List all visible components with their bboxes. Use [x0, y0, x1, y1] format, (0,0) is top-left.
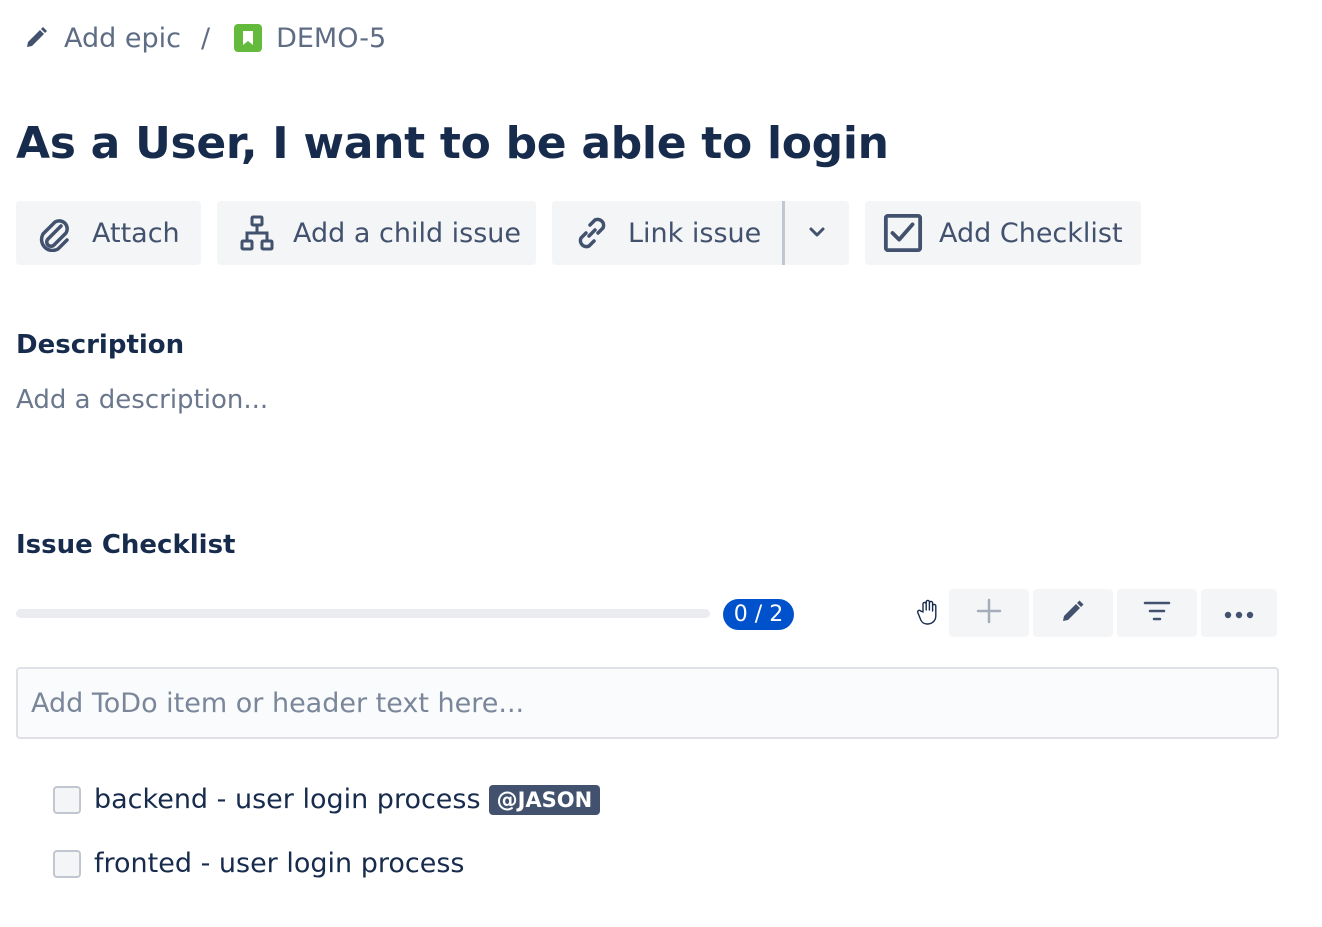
breadcrumb-add-epic[interactable]: Add epic — [22, 23, 181, 54]
breadcrumb-issue-key-label: DEMO-5 — [276, 22, 387, 54]
link-icon — [572, 213, 612, 253]
breadcrumb-separator: / — [200, 22, 211, 54]
add-checklist-button[interactable]: Add Checklist — [865, 201, 1141, 265]
checklist-item-checkbox[interactable] — [53, 849, 81, 878]
link-issue-button[interactable]: Link issue — [552, 201, 782, 265]
add-item-button[interactable] — [949, 589, 1029, 637]
more-options-button[interactable] — [1201, 589, 1277, 637]
attach-button-label: Attach — [92, 217, 180, 249]
breadcrumb: Add epic / DEMO-5 — [22, 18, 386, 58]
add-checklist-label: Add Checklist — [939, 217, 1123, 249]
filter-button[interactable] — [1117, 589, 1197, 637]
add-icon — [975, 597, 1003, 629]
attach-button[interactable]: Attach — [16, 201, 201, 265]
link-issue-dropdown[interactable] — [785, 201, 849, 265]
more-icon — [1224, 604, 1254, 623]
description-heading: Description — [16, 330, 185, 360]
breadcrumb-epic-label: Add epic — [64, 22, 181, 54]
hand-cursor-icon — [914, 597, 944, 627]
add-child-issue-button[interactable]: Add a child issue — [217, 201, 536, 265]
checklist-item-text[interactable]: backend - user login process — [94, 784, 481, 815]
checklist-item: backend - user login process @JASON — [53, 784, 601, 815]
filter-icon — [1143, 600, 1171, 626]
breadcrumb-issue-key[interactable]: DEMO-5 — [234, 23, 386, 54]
pencil-icon — [1060, 598, 1086, 628]
add-child-issue-label: Add a child issue — [293, 217, 522, 249]
edit-checklist-button[interactable] — [1033, 589, 1113, 637]
checklist-item: fronted - user login process — [53, 848, 464, 879]
mention-badge[interactable]: @JASON — [488, 784, 601, 815]
issue-title[interactable]: As a User, I want to be able to login — [16, 118, 889, 169]
story-type-icon — [234, 24, 263, 52]
checkbox-icon — [883, 213, 923, 253]
checklist-item-text[interactable]: fronted - user login process — [94, 848, 464, 879]
checklist-progress-badge: 0 / 2 — [723, 599, 794, 630]
checklist-heading: Issue Checklist — [16, 530, 236, 560]
todo-input[interactable] — [16, 667, 1279, 739]
checklist-progress-bar — [16, 609, 710, 618]
hierarchy-icon — [237, 213, 277, 253]
checklist-item-checkbox[interactable] — [53, 785, 81, 814]
description-placeholder[interactable]: Add a description... — [16, 385, 268, 415]
paperclip-icon — [34, 213, 74, 253]
pencil-icon — [22, 24, 50, 52]
link-issue-label: Link issue — [628, 217, 762, 249]
chevron-down-icon — [808, 224, 826, 243]
